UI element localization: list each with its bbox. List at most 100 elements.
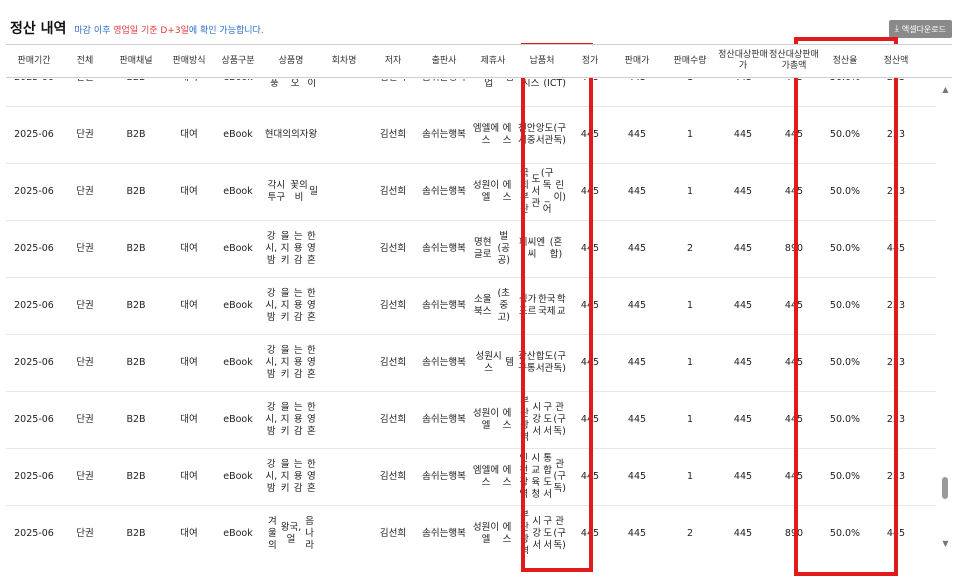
cell-quantity: 1 bbox=[686, 129, 694, 140]
cell-type: 단권 bbox=[76, 471, 94, 482]
cell-sale-price: 445 bbox=[627, 414, 647, 425]
cell-supplier: 부산광역 시 강서 구 도서 관(구독) bbox=[520, 396, 566, 443]
cell-category: eBook bbox=[223, 129, 253, 140]
cell-sale-price: 445 bbox=[612, 79, 662, 106]
table-row[interactable]: 2025-06단권B2B대여eBook 님과 풍감한 오누이 김선희솜쉬는행복 B2B… bbox=[6, 79, 936, 107]
cell-product: 님과 풍감한 오누이 bbox=[270, 79, 317, 89]
table-row[interactable]: 2025-06 단권 B2B 대여 eBook 현대의 의자왕 김선희 솜쉬는행 복 엠엘에스 에스 천… bbox=[6, 107, 936, 164]
cell-amount: 223 bbox=[886, 129, 906, 140]
column-header-publisher: 출판사 bbox=[431, 55, 457, 66]
column-header-author: 저자 bbox=[384, 55, 402, 66]
column-header-type: 전체 bbox=[76, 55, 94, 66]
cell-target-total: 445 bbox=[784, 129, 804, 140]
cell-quantity: 1 bbox=[686, 357, 694, 368]
cell-amount: 223 bbox=[870, 79, 922, 106]
cell-supplier: 한화시스템(ICT) bbox=[521, 79, 566, 89]
cell-rate: 50.0% bbox=[829, 357, 861, 368]
scrollbar-thumb[interactable] bbox=[942, 477, 948, 499]
cell-channel: B2B bbox=[108, 79, 164, 106]
cell-target-total: 445 bbox=[784, 357, 804, 368]
cell-partner: 소울북스 (초중고) bbox=[473, 288, 510, 323]
cell-channel: B2B bbox=[126, 129, 146, 140]
cell-quantity: 2 bbox=[686, 528, 694, 539]
table-row[interactable]: 2025-06 단권 B2B 대여 eBook 강시, 밤을 지키 는 용감 한 영혼 김선희 솜… bbox=[6, 335, 936, 392]
cell-type: 단권 bbox=[62, 79, 108, 106]
cell-quantity: 2 bbox=[686, 243, 694, 254]
cell-episode bbox=[320, 506, 368, 554]
cell-list-price: 445 bbox=[568, 79, 612, 106]
scroll-down-icon[interactable]: ▼ bbox=[941, 539, 950, 548]
column-header-method: 판매방식 bbox=[172, 55, 206, 66]
cell-target-total: 445 bbox=[784, 414, 804, 425]
cell-method: 대여 bbox=[180, 471, 198, 482]
cell-product: 강시, 밤을 지키 는 용감 한 영혼 bbox=[265, 402, 316, 437]
cell-partner: 성원이엘 에스 bbox=[472, 522, 512, 545]
cell-type: 단권 bbox=[76, 414, 94, 425]
cell-rate: 50.0% bbox=[829, 414, 861, 425]
column-header-amount: 정산액 bbox=[883, 55, 909, 66]
cell-supplier: 천안시중 앙도서관 (구독) bbox=[518, 123, 566, 146]
cell-product: 강시, 밤을 지키 는 용감 한 영혼 bbox=[265, 459, 316, 494]
cell-type: 단권 bbox=[76, 357, 94, 368]
page-header: 정산 내역 마감 이후 영업일 기준 D+3일에 확인 가능합니다. bbox=[10, 18, 264, 40]
table-row[interactable]: 2025-06 단권 B2B 대여 eBook 강시, 밤을 지키 는 용감 한 영혼 김선희 솜… bbox=[6, 392, 936, 449]
table-row[interactable]: 2025-06 단권 B2B 대여 eBook 강시, 밤을 지키 는 용감 한 영혼 김선희 솜… bbox=[6, 221, 936, 278]
cell-publisher: 솜쉬는행복 bbox=[422, 186, 466, 197]
cell-author: 김선희 bbox=[379, 243, 407, 254]
cell-rate: 50.0% bbox=[829, 471, 861, 482]
table-body[interactable]: 2025-06단권B2B대여eBook님과 풍감한 오누이김선희솜쉬는행복B2B… bbox=[6, 79, 936, 554]
cell-category: eBook bbox=[214, 79, 262, 106]
cell-episode bbox=[320, 449, 368, 505]
cell-period: 2025-06 bbox=[14, 129, 54, 140]
cell-target-price: 445 bbox=[733, 414, 753, 425]
cell-target-price: 445 bbox=[733, 528, 753, 539]
cell-category: eBook bbox=[223, 471, 253, 482]
cell-method: 대여 bbox=[180, 414, 198, 425]
cell-category: eBook bbox=[223, 186, 253, 197]
vertical-scrollbar[interactable]: ▲ ▼ bbox=[939, 79, 952, 554]
cell-list-price: 445 bbox=[580, 357, 600, 368]
cell-target-total: 445 bbox=[784, 186, 804, 197]
cell-method: 대여 bbox=[180, 129, 198, 140]
cell-channel: B2B bbox=[126, 357, 146, 368]
cell-supplier: 피씨엔씨 (혼합) bbox=[518, 237, 563, 260]
column-header-list-price: 정가 bbox=[581, 55, 599, 66]
cell-type: 단권 bbox=[76, 243, 94, 254]
cell-list-price: 445 bbox=[580, 528, 600, 539]
table-row[interactable]: 2025-06 단권 B2B 대여 eBook 각시투구 꽃의 비 밀 김선희 솜쉬는행 복 성원이엘… bbox=[6, 164, 936, 221]
cell-sale-price: 445 bbox=[627, 357, 647, 368]
column-header-product: 상품명 bbox=[278, 55, 304, 66]
table-header: 판매기간 전체 판매채널 판매방식 상품구분 상품명 회차명 저자 출판사 제휴사 납품처 정가 판매가… bbox=[6, 44, 952, 78]
table-row[interactable]: 2025-06 단권 B2B 대여 eBook 겨울의 왕국, 얼 음나라 김선희 솜쉬는행 복 성원… bbox=[6, 506, 936, 554]
cell-amount: 445 bbox=[886, 528, 906, 539]
cell-target-total: 445 bbox=[784, 471, 804, 482]
cell-product: 강시, 밤을 지키 는 용감 한 영혼 bbox=[265, 345, 316, 380]
table-row[interactable]: 2025-06 단권 B2B 대여 eBook 강시, 밤을 지키 는 용감 한 영혼 김선희 솜… bbox=[6, 278, 936, 335]
cell-period: 2025-06 bbox=[14, 186, 54, 197]
cell-list-price: 445 bbox=[580, 243, 600, 254]
cell-author: 김선희 bbox=[379, 471, 407, 482]
cell-channel: B2B bbox=[126, 243, 146, 254]
cell-target-total: 445 bbox=[768, 79, 820, 106]
cell-sale-price: 445 bbox=[627, 528, 647, 539]
cell-method: 대여 bbox=[180, 357, 198, 368]
column-header-target-price: 정산대상판매가 bbox=[718, 50, 768, 71]
cell-episode bbox=[320, 79, 368, 106]
cell-product: 각시투구 꽃의 비밀 bbox=[267, 180, 318, 203]
cell-episode bbox=[320, 392, 368, 448]
cell-partner: B2B사업팀 bbox=[484, 79, 514, 89]
cell-list-price: 445 bbox=[580, 300, 600, 311]
cell-rate: 50.0% bbox=[829, 243, 861, 254]
cell-supplier: 광산구통 합도서관 (구독) bbox=[518, 351, 566, 374]
cell-episode bbox=[320, 335, 368, 391]
cell-target-total: 890 bbox=[784, 528, 804, 539]
cell-rate: 50.0% bbox=[829, 186, 861, 197]
cell-rate: 50.0% bbox=[829, 528, 861, 539]
excel-download-button[interactable]: ⤓ 엑셀다운로드 bbox=[888, 20, 952, 38]
table-row[interactable]: 2025-06 단권 B2B 대여 eBook 강시, 밤을 지키 는 용감 한 영혼 김선희 솜… bbox=[6, 449, 936, 506]
cell-episode bbox=[320, 164, 368, 220]
column-header-rate: 정산율 bbox=[832, 55, 858, 66]
cell-amount: 445 bbox=[886, 243, 906, 254]
scroll-up-icon[interactable]: ▲ bbox=[941, 85, 950, 94]
cell-quantity: 1 bbox=[686, 300, 694, 311]
